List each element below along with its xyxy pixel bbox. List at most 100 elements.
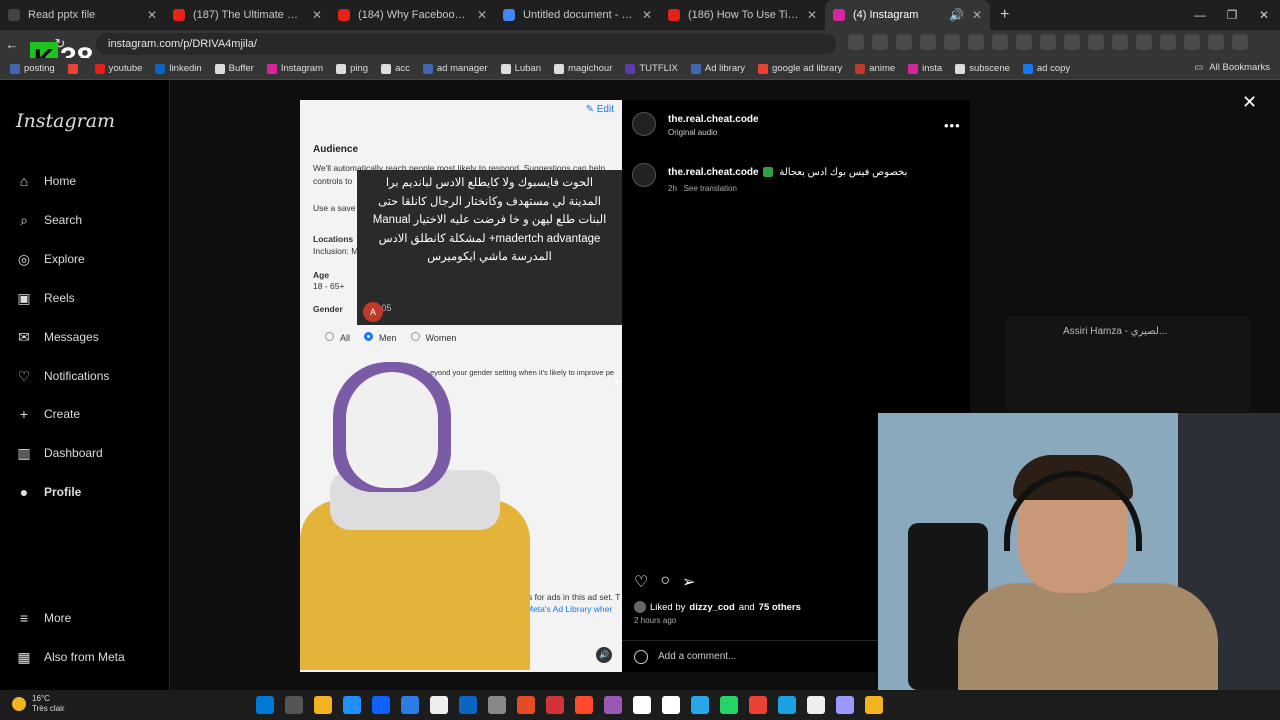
bookmark-item[interactable]: Ad library	[690, 63, 745, 74]
extension-icon[interactable]	[1160, 34, 1176, 50]
extension-icon[interactable]	[1208, 34, 1224, 50]
taskbar-app-icon[interactable]	[517, 696, 535, 714]
speaker-icon[interactable]: 🔊	[949, 8, 964, 22]
sidebar-item-more[interactable]: ≡ More	[16, 610, 71, 626]
extension-icon[interactable]	[1016, 34, 1032, 50]
bookmark-item[interactable]: posting	[10, 63, 55, 74]
bookmark-item[interactable]: Instagram	[266, 63, 323, 74]
browser-tab[interactable]: (187) The Ultimate Digital Mark ✕	[165, 0, 330, 30]
extension-icon[interactable]	[1232, 34, 1248, 50]
original-audio-link[interactable]: Original audio	[668, 128, 717, 137]
close-tab-icon[interactable]: ✕	[642, 8, 652, 22]
sidebar-item-messages[interactable]: ✉ Messages	[16, 329, 99, 345]
speaker-icon[interactable]: 🔊	[596, 647, 612, 663]
bookmark-item[interactable]: anime	[855, 63, 895, 74]
sidebar-item-notifications[interactable]: ♡ Notifications	[16, 368, 110, 384]
share-send-icon[interactable]: ➢	[682, 572, 695, 592]
extension-icon[interactable]	[896, 34, 912, 50]
bookmark-item[interactable]: TUTFLIX	[625, 63, 678, 74]
sidebar-item-profile[interactable]: ● Profile	[16, 484, 82, 500]
sidebar-item-create[interactable]: + Create	[16, 406, 80, 422]
extension-icon[interactable]	[872, 34, 888, 50]
taskbar-app-icon[interactable]	[256, 696, 274, 714]
author-avatar[interactable]	[632, 112, 656, 136]
taskbar-app-icon[interactable]	[836, 696, 854, 714]
caption-username[interactable]: the.real.cheat.code	[668, 167, 759, 178]
taskbar-app-icon[interactable]	[633, 696, 651, 714]
taskbar-app-icon[interactable]	[807, 696, 825, 714]
extension-icon[interactable]	[944, 34, 960, 50]
minimize-icon[interactable]: —	[1184, 8, 1216, 22]
bookmark-item[interactable]	[67, 63, 82, 74]
restore-icon[interactable]: ❐	[1216, 8, 1248, 22]
sidebar-item-home[interactable]: ⌂ Home	[16, 173, 76, 189]
bookmark-item[interactable]: youtube	[94, 63, 142, 74]
taskbar-app-icon[interactable]	[749, 696, 767, 714]
all-bookmarks-button[interactable]: ▭ All Bookmarks	[1194, 62, 1270, 73]
extension-icon[interactable]	[1136, 34, 1152, 50]
taskbar-app-icon[interactable]	[459, 696, 477, 714]
bookmark-item[interactable]: Luban	[500, 63, 541, 74]
extension-icon[interactable]	[1184, 34, 1200, 50]
sidebar-item-dashboard[interactable]: ▥ Dashboard	[16, 445, 102, 461]
extension-icon[interactable]	[1040, 34, 1056, 50]
taskbar-app-icon[interactable]	[604, 696, 622, 714]
taskbar-app-icon[interactable]	[662, 696, 680, 714]
bookmark-item[interactable]: ping	[336, 63, 368, 74]
taskbar-app-icon[interactable]	[546, 696, 564, 714]
instagram-logo[interactable]: Instagram	[16, 110, 115, 132]
bookmark-item[interactable]: ad copy	[1022, 63, 1070, 74]
taskbar-app-icon[interactable]	[778, 696, 796, 714]
taskbar-app-icon[interactable]	[488, 696, 506, 714]
sidebar-item-explore[interactable]: ◎ Explore	[16, 251, 85, 267]
extension-icon[interactable]	[968, 34, 984, 50]
taskbar-app-icon[interactable]	[314, 696, 332, 714]
extension-icon[interactable]	[1112, 34, 1128, 50]
url-input[interactable]: instagram.com/p/DRIVA4mjila/	[96, 33, 836, 55]
back-icon[interactable]: ←	[0, 37, 24, 52]
browser-tab[interactable]: (186) How To Use TikTok LIVE S ✕	[660, 0, 825, 30]
close-modal-icon[interactable]: ✕	[1242, 92, 1257, 113]
taskbar-app-icon[interactable]	[285, 696, 303, 714]
extension-icon[interactable]	[920, 34, 936, 50]
bookmark-item[interactable]: Buffer	[214, 63, 254, 74]
author-avatar[interactable]	[632, 163, 656, 187]
close-window-icon[interactable]: ✕	[1248, 8, 1280, 22]
browser-tab[interactable]: (184) Why Facebook Ads Are a ✕	[330, 0, 495, 30]
liker-username[interactable]: dizzy_cod	[689, 602, 734, 613]
close-tab-icon[interactable]: ✕	[807, 8, 817, 22]
weather-widget[interactable]: 16°C Très clair	[12, 694, 65, 714]
see-translation-link[interactable]: See translation	[684, 184, 737, 193]
bookmark-item[interactable]: acc	[381, 63, 410, 74]
extension-icon[interactable]	[1088, 34, 1104, 50]
extension-icon[interactable]	[848, 34, 864, 50]
like-heart-icon[interactable]: ♡	[634, 572, 648, 592]
likes-count[interactable]: 75 others	[759, 602, 801, 613]
bookmark-item[interactable]: google ad library	[758, 63, 842, 74]
author-username[interactable]: the.real.cheat.code	[668, 114, 759, 125]
comment-bubble-icon[interactable]: ○	[660, 572, 670, 592]
comment-input[interactable]: Add a comment...	[658, 651, 736, 662]
taskbar-app-icon[interactable]	[575, 696, 593, 714]
close-tab-icon[interactable]: ✕	[147, 8, 157, 22]
extension-icon[interactable]	[992, 34, 1008, 50]
taskbar-app-icon[interactable]	[343, 696, 361, 714]
extension-icon[interactable]	[1064, 34, 1080, 50]
more-options-icon[interactable]: •••	[944, 118, 961, 133]
close-tab-icon[interactable]: ✕	[312, 8, 322, 22]
close-tab-icon[interactable]: ✕	[972, 8, 982, 22]
browser-tab[interactable]: Untitled document - Google Do ✕	[495, 0, 660, 30]
bookmark-item[interactable]: insta	[908, 63, 942, 74]
bookmark-item[interactable]: linkedin	[155, 63, 202, 74]
sidebar-item-search[interactable]: ⌕ Search	[16, 212, 82, 228]
browser-tab[interactable]: Read pptx file ✕	[0, 0, 165, 30]
taskbar-app-icon[interactable]	[372, 696, 390, 714]
sidebar-item-reels[interactable]: ▣ Reels	[16, 290, 74, 306]
bookmark-item[interactable]: magichour	[554, 63, 612, 74]
taskbar-app-icon[interactable]	[691, 696, 709, 714]
emoji-icon[interactable]	[634, 649, 648, 664]
new-tab-button[interactable]: +	[990, 6, 1019, 24]
close-tab-icon[interactable]: ✕	[477, 8, 487, 22]
browser-tab-active[interactable]: (4) Instagram 🔊 ✕	[825, 0, 990, 30]
taskbar-app-icon[interactable]	[430, 696, 448, 714]
